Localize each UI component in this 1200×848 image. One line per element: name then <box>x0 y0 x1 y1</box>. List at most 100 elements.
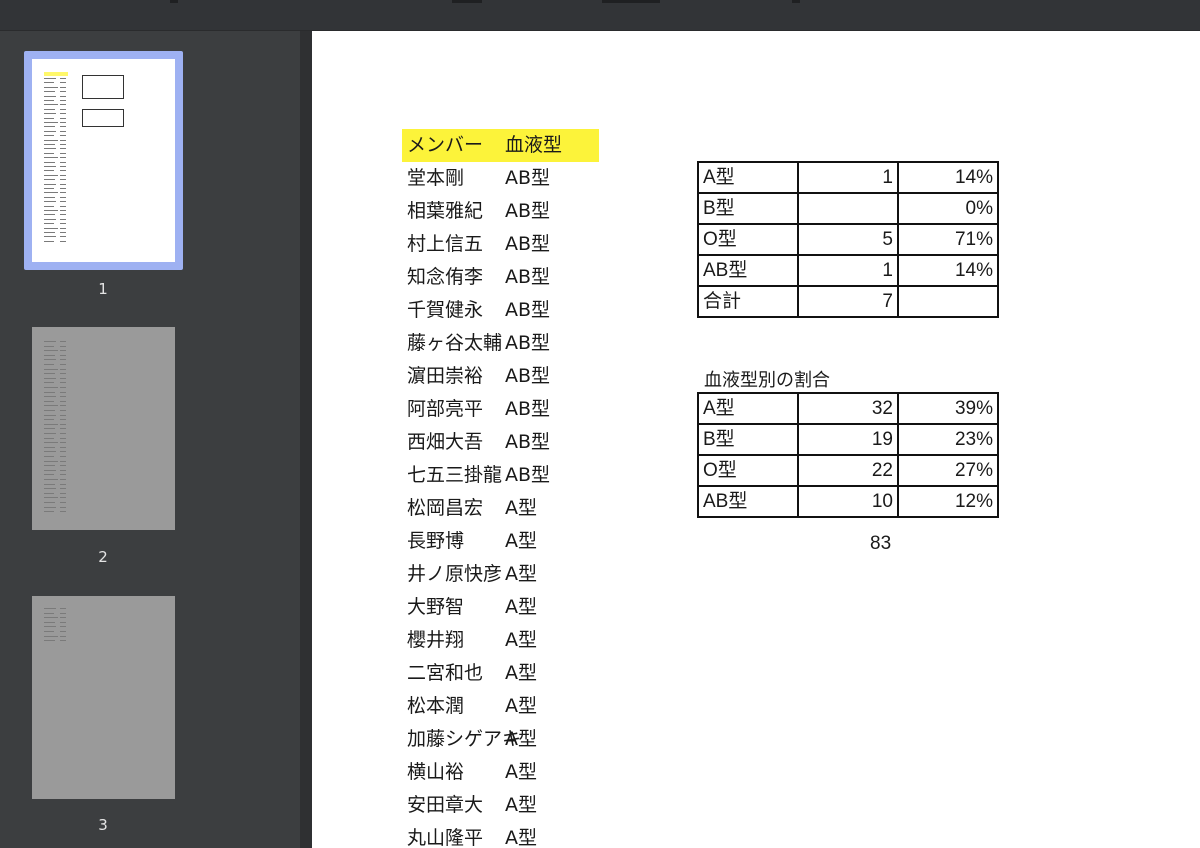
cell-count: 5 <box>797 223 899 256</box>
page-thumbnail-2[interactable]: 2 <box>0 321 300 571</box>
blood-type-ratio-table: A型 32 39% B型 19 23% O型 22 27% AB型 10 12% <box>697 392 999 518</box>
member-blood-type: AB型 <box>505 266 551 288</box>
member-name: 横山裕 <box>407 761 465 783</box>
cell-count: 19 <box>797 423 899 456</box>
member-blood-type: AB型 <box>505 233 551 255</box>
cell-blood-type: AB型 <box>697 485 799 518</box>
cell-count: 10 <box>797 485 899 518</box>
cell-percent: 23% <box>897 423 999 456</box>
thumbnail-sidebar: 1 2 3 <box>0 31 300 848</box>
member-blood-type: A型 <box>505 530 537 552</box>
cell-percent <box>897 285 999 318</box>
member-header-type: 血液型 <box>505 134 563 156</box>
member-name: 堂本剛 <box>407 167 465 189</box>
member-name: 松岡昌宏 <box>407 497 484 519</box>
toolbar-button[interactable] <box>602 0 660 3</box>
thumbnail-page-number: 1 <box>98 280 108 298</box>
page-thumbnail-1[interactable]: 1 <box>0 31 300 301</box>
cell-count <box>797 192 899 225</box>
member-name: 丸山隆平 <box>407 827 484 848</box>
cell-percent: 14% <box>897 161 999 194</box>
cell-percent: 12% <box>897 485 999 518</box>
cell-blood-type: A型 <box>697 161 799 194</box>
member-blood-type: A型 <box>505 794 537 816</box>
cell-percent: 39% <box>897 392 999 425</box>
member-blood-type: A型 <box>505 563 537 585</box>
cell-blood-type: 合計 <box>697 285 799 318</box>
member-name: 二宮和也 <box>407 662 484 684</box>
cell-percent: 0% <box>897 192 999 225</box>
ratio-table-total: 83 <box>870 533 892 554</box>
member-name: 知念侑李 <box>407 266 484 288</box>
table-row: AB型 10 12% <box>697 485 999 518</box>
member-blood-type: A型 <box>505 761 537 783</box>
member-blood-type: A型 <box>505 728 537 750</box>
member-name: 藤ヶ谷太輔 <box>407 332 503 354</box>
member-name: 西畑大吾 <box>407 431 484 453</box>
member-blood-type: AB型 <box>505 332 551 354</box>
cell-percent: 71% <box>897 223 999 256</box>
member-name: 阿部亮平 <box>407 398 484 420</box>
table-row: O型 22 27% <box>697 454 999 487</box>
cell-count: 7 <box>797 285 899 318</box>
member-name: 千賀健永 <box>407 299 484 321</box>
member-name: 櫻井翔 <box>407 629 465 651</box>
cell-count: 22 <box>797 454 899 487</box>
member-blood-type: AB型 <box>505 464 551 486</box>
member-header-name: メンバー <box>407 134 484 156</box>
ratio-table-caption: 血液型別の割合 <box>704 370 830 391</box>
member-blood-type: A型 <box>505 662 537 684</box>
member-name: 加藤シゲアキ <box>407 728 522 750</box>
member-blood-type: A型 <box>505 695 537 717</box>
table-row: B型 0% <box>697 192 999 225</box>
member-name: 安田章大 <box>407 794 484 816</box>
member-blood-type: A型 <box>505 596 537 618</box>
thumbnail-page-number: 3 <box>98 816 108 834</box>
member-blood-type: A型 <box>505 497 537 519</box>
cell-blood-type: AB型 <box>697 254 799 287</box>
member-blood-type: AB型 <box>505 167 551 189</box>
current-group-blood-type-table: A型 1 14% B型 0% O型 5 71% AB型 1 14% 合計 7 <box>697 161 999 318</box>
thumbnail-page-preview <box>32 59 175 262</box>
table-row: A型 32 39% <box>697 392 999 425</box>
toolbar-button[interactable] <box>170 0 178 3</box>
cell-count: 1 <box>797 254 899 287</box>
viewer-toolbar <box>0 0 1200 31</box>
member-name: 松本潤 <box>407 695 465 717</box>
member-blood-type: AB型 <box>505 365 551 387</box>
toolbar-button[interactable] <box>452 0 482 3</box>
cell-percent: 27% <box>897 454 999 487</box>
thumbnail-page-number: 2 <box>98 548 108 566</box>
member-blood-type: AB型 <box>505 431 551 453</box>
table-row: A型 1 14% <box>697 161 999 194</box>
member-blood-type: A型 <box>505 827 537 848</box>
member-blood-type: AB型 <box>505 200 551 222</box>
cell-blood-type: A型 <box>697 392 799 425</box>
member-name: 濵田崇裕 <box>407 365 484 387</box>
member-blood-type: AB型 <box>505 398 551 420</box>
member-blood-type: AB型 <box>505 299 551 321</box>
member-name: 井ノ原快彦 <box>407 563 503 585</box>
cell-count: 32 <box>797 392 899 425</box>
member-name: 大野智 <box>407 596 465 618</box>
document-page: メンバー 血液型 堂本剛 AB型 相葉雅紀 AB型 村上信五 AB型 知念侑李 AB型 千賀健永… <box>312 31 1200 848</box>
cell-blood-type: O型 <box>697 454 799 487</box>
thumbnail-page-preview <box>32 327 175 530</box>
table-row: AB型 1 14% <box>697 254 999 287</box>
thumbnail-page-preview <box>32 596 175 799</box>
sidebar-scrollbar[interactable] <box>300 31 312 848</box>
member-blood-type: A型 <box>505 629 537 651</box>
member-name: 相葉雅紀 <box>407 200 484 222</box>
cell-blood-type: O型 <box>697 223 799 256</box>
toolbar-button[interactable] <box>792 0 800 3</box>
table-row: 合計 7 <box>697 285 999 318</box>
cell-blood-type: B型 <box>697 423 799 456</box>
page-thumbnail-3[interactable]: 3 <box>0 591 300 848</box>
member-name: 村上信五 <box>407 233 484 255</box>
cell-blood-type: B型 <box>697 192 799 225</box>
member-name: 長野博 <box>407 530 465 552</box>
member-name: 七五三掛龍 <box>407 464 503 486</box>
table-row: O型 5 71% <box>697 223 999 256</box>
cell-percent: 14% <box>897 254 999 287</box>
table-row: B型 19 23% <box>697 423 999 456</box>
